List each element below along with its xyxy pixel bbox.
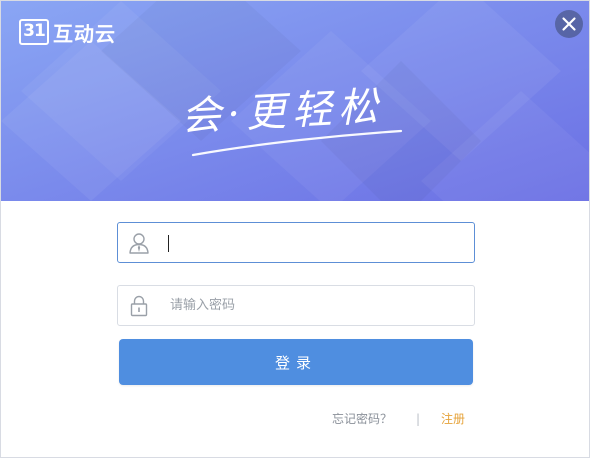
link-divider: | (416, 412, 421, 426)
username-input[interactable] (170, 223, 460, 262)
register-link[interactable]: 注册 (441, 409, 465, 429)
text-caret (168, 235, 169, 252)
close-icon (562, 17, 576, 31)
username-field[interactable] (117, 222, 475, 263)
password-input[interactable] (170, 286, 460, 325)
login-button[interactable]: 登录 (119, 339, 473, 385)
close-button[interactable] (555, 10, 583, 38)
user-icon (118, 223, 160, 262)
logo-text: 互动云 (53, 21, 116, 46)
lock-icon (118, 286, 160, 325)
slogan: 会·更轻松 (180, 83, 385, 141)
password-field[interactable] (117, 285, 475, 326)
app-logo: 31 互动云 (19, 17, 116, 47)
header-banner: 31 互动云 会·更轻松 (1, 1, 589, 201)
login-window: 31 互动云 会·更轻松 登录 忘记密码？ | 注册 (0, 0, 590, 458)
logo-mark: 31 (19, 19, 49, 45)
forgot-password-link[interactable]: 忘记密码？ (332, 409, 392, 429)
